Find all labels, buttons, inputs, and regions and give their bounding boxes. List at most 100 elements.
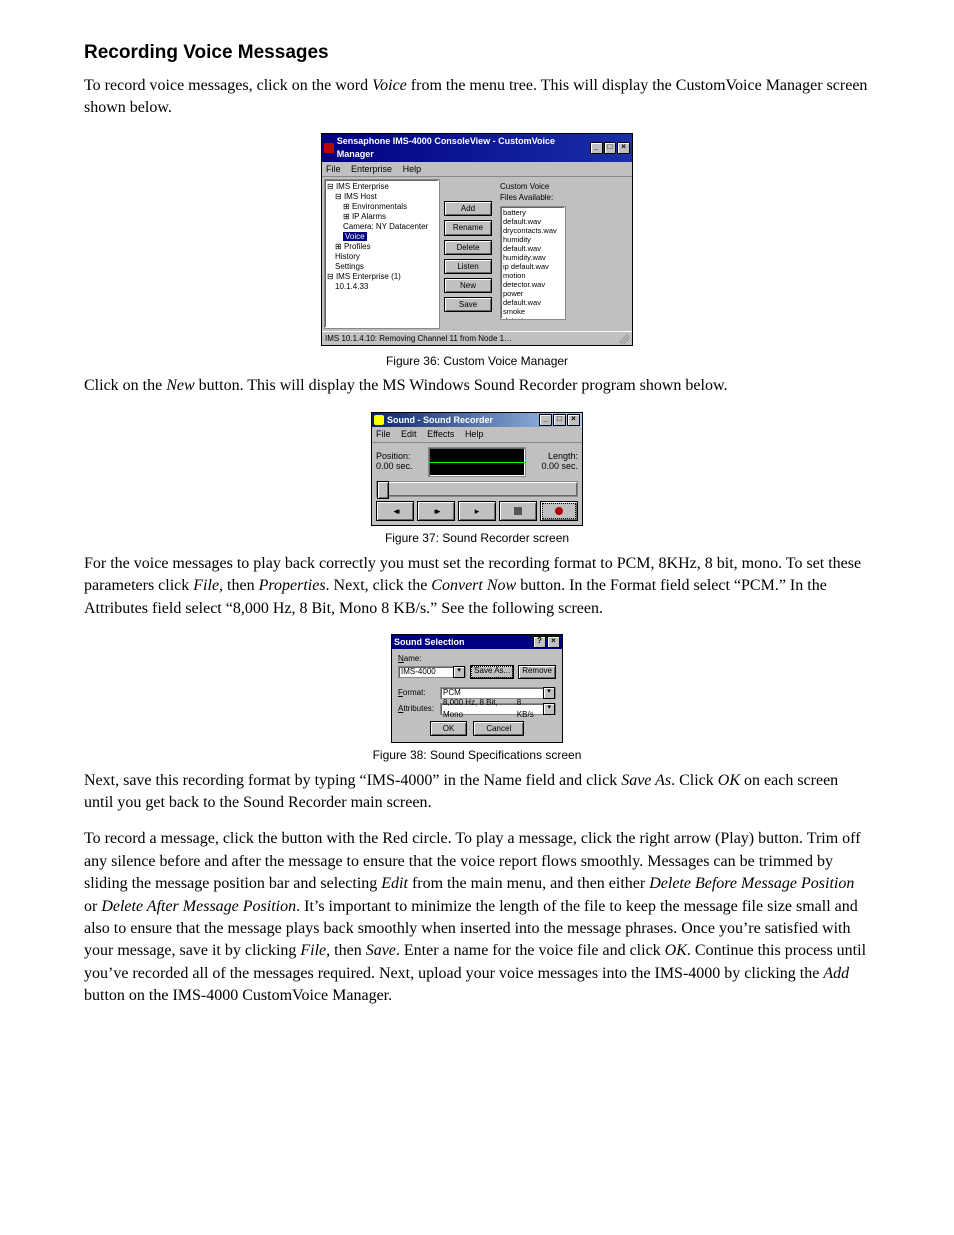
chevron-down-icon: ▾ xyxy=(453,666,465,678)
rename-button[interactable]: Rename xyxy=(444,220,492,235)
text: . Next, click the xyxy=(326,577,432,594)
save-as-button[interactable]: Save As... xyxy=(470,665,514,679)
delete-button[interactable]: Delete xyxy=(444,240,492,255)
speaker-icon xyxy=(374,415,384,425)
ok-button[interactable]: OK xyxy=(430,721,468,736)
action-buttons-column: Add Rename Delete Listen New Save xyxy=(440,179,496,329)
tree-node[interactable]: ⊞ IP Alarms xyxy=(327,212,437,222)
menu-edit[interactable]: Edit xyxy=(401,429,417,439)
rewind-icon: ◂◂ xyxy=(393,505,396,518)
text: button. This will display the MS Windows… xyxy=(195,377,728,394)
tree-node[interactable]: ⊟ IMS Enterprise (1) xyxy=(327,272,437,282)
record-button[interactable] xyxy=(540,501,578,521)
cancel-button[interactable]: Cancel xyxy=(473,721,524,736)
file-italic: File, xyxy=(300,942,330,959)
tree-node[interactable]: ⊞ Environmentals xyxy=(327,202,437,212)
minimize-button[interactable]: _ xyxy=(539,414,552,426)
text: then xyxy=(330,942,366,959)
resize-grip-icon[interactable] xyxy=(619,334,629,344)
length-readout: Length: 0.00 sec. xyxy=(530,452,578,472)
text: . Enter a name for the voice file and cl… xyxy=(396,942,665,959)
tree-node[interactable]: ⊞ Profiles xyxy=(327,242,437,252)
window-title: Sound - Sound Recorder xyxy=(387,414,493,427)
tree-node[interactable]: 10.1.4.33 xyxy=(327,282,437,292)
new-button[interactable]: New xyxy=(444,278,492,293)
file-list-header: Custom Voice Files Available: xyxy=(500,181,566,203)
paragraph: Next, save this recording format by typi… xyxy=(84,770,870,815)
stop-button[interactable] xyxy=(499,501,537,521)
menu-bar: File Enterprise Help xyxy=(322,162,632,178)
position-slider[interactable] xyxy=(376,481,578,497)
text: Click on the xyxy=(84,377,166,394)
figure-37: Sound - Sound Recorder _ □ × File Edit E… xyxy=(84,412,870,547)
name-dropdown[interactable]: IMS-4000▾ xyxy=(398,666,466,678)
menu-file[interactable]: File xyxy=(376,429,391,439)
window-titlebar: Sensaphone IMS-4000 ConsoleView - Custom… xyxy=(322,134,632,161)
add-button[interactable]: Add xyxy=(444,201,492,216)
status-bar: IMS 10.1.4.10: Removing Channel 11 from … xyxy=(322,331,632,345)
window-titlebar: Sound Selection ? × xyxy=(392,635,562,650)
maximize-button[interactable]: □ xyxy=(604,142,617,154)
tree-node[interactable]: History xyxy=(327,252,437,262)
figure-caption: Figure 36: Custom Voice Manager xyxy=(84,353,870,370)
tree-node[interactable]: Settings xyxy=(327,262,437,272)
text: button on the IMS-4000 CustomVoice Manag… xyxy=(84,987,392,1004)
slider-thumb[interactable] xyxy=(377,481,389,499)
minimize-button[interactable]: _ xyxy=(590,142,603,154)
menu-enterprise[interactable]: Enterprise xyxy=(351,164,392,174)
stop-icon xyxy=(514,507,522,515)
file-item[interactable]: drycontacts.wav xyxy=(503,226,563,235)
paragraph: For the voice messages to play back corr… xyxy=(84,553,870,620)
tree-view[interactable]: ⊟ IMS Enterprise ⊟ IMS Host ⊞ Environmen… xyxy=(324,179,440,329)
close-button[interactable]: × xyxy=(547,636,560,648)
attributes-label: Attributes: xyxy=(398,703,436,714)
window-titlebar: Sound - Sound Recorder _ □ × xyxy=(372,413,582,428)
tree-node[interactable]: ⊟ IMS Enterprise xyxy=(327,182,437,192)
file-italic: File, xyxy=(193,577,223,594)
edit-italic: Edit xyxy=(381,875,408,892)
help-button[interactable]: ? xyxy=(533,636,546,648)
attributes-dropdown[interactable]: 8,000 Hz, 8 Bit, Mono 8 KB/s ▾ xyxy=(440,703,556,715)
close-button[interactable]: × xyxy=(567,414,580,426)
play-button[interactable]: ▸ xyxy=(458,501,496,521)
rewind-button[interactable]: ◂◂ xyxy=(376,501,414,521)
menu-help[interactable]: Help xyxy=(403,164,422,174)
voice-italic: Voice xyxy=(372,77,407,94)
listen-button[interactable]: Listen xyxy=(444,259,492,274)
tree-node[interactable]: Camera: NY Datacenter xyxy=(327,222,437,232)
text: from the main menu, and then either xyxy=(408,875,649,892)
paragraph: Click on the New button. This will displ… xyxy=(84,375,870,397)
file-item[interactable]: smoke detector.wav xyxy=(503,307,563,320)
file-list-panel: Custom Voice Files Available: battery de… xyxy=(496,179,570,329)
file-item[interactable]: humidity.wav xyxy=(503,253,563,262)
tree-node[interactable]: ⊟ IMS Host xyxy=(327,192,437,202)
window-title: Sound Selection xyxy=(394,636,465,649)
file-list[interactable]: battery default.wav drycontacts.wav humi… xyxy=(500,206,566,320)
menu-help[interactable]: Help xyxy=(465,429,484,439)
file-item[interactable]: power default.wav xyxy=(503,289,563,307)
add-italic: Add xyxy=(823,965,849,982)
file-item[interactable]: ip default.wav xyxy=(503,262,563,271)
section-heading: Recording Voice Messages xyxy=(84,40,870,67)
maximize-button[interactable]: □ xyxy=(553,414,566,426)
status-text: IMS 10.1.4.10: Removing Channel 11 from … xyxy=(325,333,619,344)
text: then xyxy=(223,577,259,594)
file-item[interactable]: battery default.wav xyxy=(503,208,563,226)
name-label: Name: xyxy=(398,653,436,664)
figure-36: Sensaphone IMS-4000 ConsoleView - Custom… xyxy=(84,133,870,369)
figure-caption: Figure 37: Sound Recorder screen xyxy=(84,530,870,547)
delete-before-italic: Delete Before Message Position xyxy=(649,875,854,892)
tree-node-voice[interactable]: Voice xyxy=(327,232,437,242)
waveform-display xyxy=(428,447,526,477)
sound-selection-dialog: Sound Selection ? × Name: IMS-4000▾ Save… xyxy=(391,634,563,743)
fast-forward-button[interactable]: ▸▸ xyxy=(417,501,455,521)
menu-effects[interactable]: Effects xyxy=(427,429,454,439)
play-icon: ▸ xyxy=(475,505,480,518)
file-item[interactable]: humidity default.wav xyxy=(503,235,563,253)
remove-button[interactable]: Remove xyxy=(518,665,556,679)
file-item[interactable]: motion detector.wav xyxy=(503,271,563,289)
close-button[interactable]: × xyxy=(617,142,630,154)
menu-file[interactable]: File xyxy=(326,164,341,174)
text: or xyxy=(84,898,101,915)
save-button[interactable]: Save xyxy=(444,297,492,312)
